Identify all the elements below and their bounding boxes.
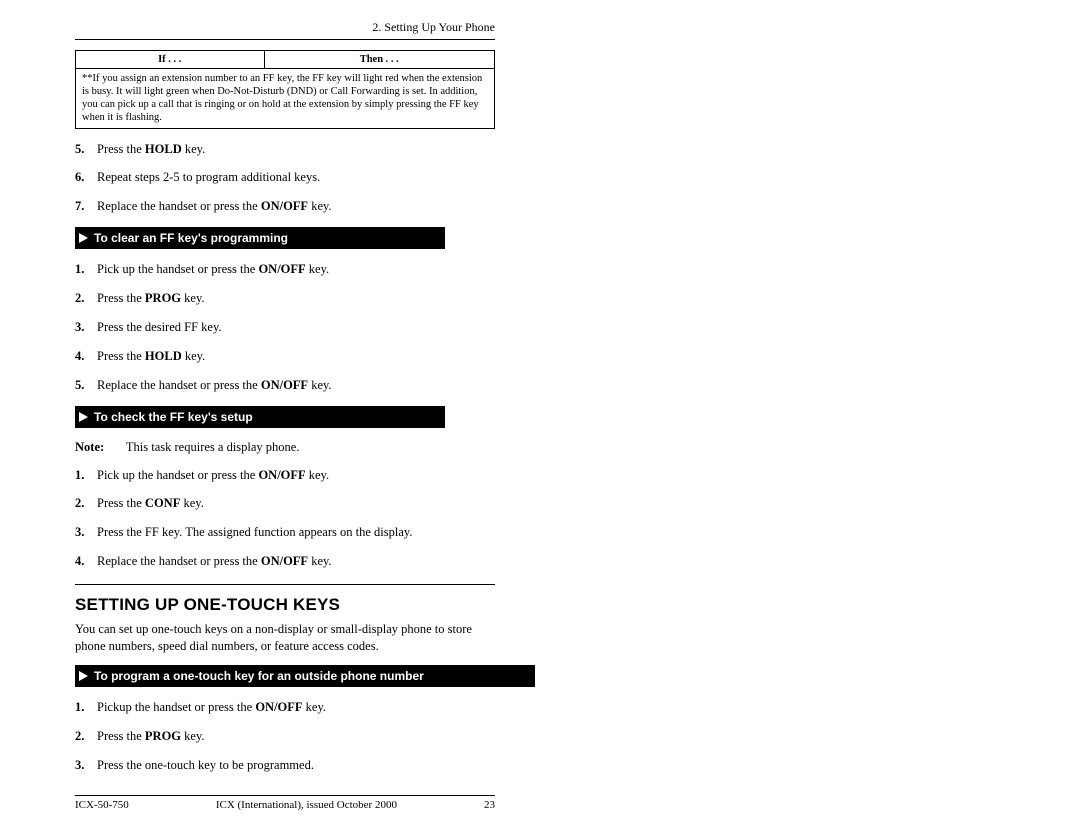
bar-program-onetouch: To program a one-touch key for an outsid…	[75, 665, 535, 687]
list-item: 3.Press the one-touch key to be programm…	[75, 757, 495, 774]
step-number: 3.	[75, 757, 97, 774]
triangle-icon	[79, 233, 88, 243]
step-number: 6.	[75, 169, 97, 186]
step-text: Press the CONF key.	[97, 495, 495, 512]
step-number: 5.	[75, 141, 97, 158]
table-note-cell: **If you assign an extension number to a…	[76, 69, 495, 129]
step-text: Pick up the handset or press the ON/OFF …	[97, 467, 495, 484]
section-heading: SETTING UP ONE-TOUCH KEYS	[75, 595, 495, 615]
bar-program-label: To program a one-touch key for an outsid…	[94, 669, 424, 683]
step-text: Pickup the handset or press the ON/OFF k…	[97, 699, 495, 716]
triangle-icon	[79, 412, 88, 422]
step-number: 2.	[75, 290, 97, 307]
steps-check: 1.Pick up the handset or press the ON/OF…	[75, 467, 495, 571]
step-text: Repeat steps 2-5 to program additional k…	[97, 169, 495, 186]
if-then-table: If . . . Then . . . **If you assign an e…	[75, 50, 495, 129]
step-number: 4.	[75, 553, 97, 570]
list-item: 4.Replace the handset or press the ON/OF…	[75, 553, 495, 570]
steps-clear: 1.Pick up the handset or press the ON/OF…	[75, 261, 495, 393]
list-item: 1.Pick up the handset or press the ON/OF…	[75, 261, 495, 278]
table-header-if: If . . .	[76, 51, 265, 69]
bar-check-setup: To check the FF key's setup	[75, 406, 445, 428]
list-item: 2.Press the PROG key.	[75, 728, 495, 745]
step-text: Press the HOLD key.	[97, 348, 495, 365]
footer-center: ICX (International), issued October 2000	[129, 799, 484, 811]
step-text: Press the HOLD key.	[97, 141, 495, 158]
note-label: Note:	[75, 440, 123, 455]
step-number: 2.	[75, 728, 97, 745]
step-text: Press the PROG key.	[97, 728, 495, 745]
step-text: Replace the handset or press the ON/OFF …	[97, 553, 495, 570]
step-text: Pick up the handset or press the ON/OFF …	[97, 261, 495, 278]
list-item: 1.Pickup the handset or press the ON/OFF…	[75, 699, 495, 716]
step-text: Press the one-touch key to be programmed…	[97, 757, 495, 774]
triangle-icon	[79, 671, 88, 681]
step-number: 4.	[75, 348, 97, 365]
bar-clear-programming: To clear an FF key's programming	[75, 227, 445, 249]
list-item: 2.Press the CONF key.	[75, 495, 495, 512]
step-text: Press the desired FF key.	[97, 319, 495, 336]
section-rule	[75, 584, 495, 585]
table-header-then: Then . . .	[264, 51, 494, 69]
footer-left: ICX-50-750	[75, 799, 129, 811]
list-item: 3.Press the FF key. The assigned functio…	[75, 524, 495, 541]
section-body: You can set up one-touch keys on a non-d…	[75, 621, 495, 655]
step-number: 3.	[75, 319, 97, 336]
step-number: 1.	[75, 261, 97, 278]
footer-right: 23	[484, 799, 495, 811]
steps-continue: 5.Press the HOLD key.6.Repeat steps 2-5 …	[75, 141, 495, 216]
list-item: 4.Press the HOLD key.	[75, 348, 495, 365]
list-item: 2.Press the PROG key.	[75, 290, 495, 307]
note-text: This task requires a display phone.	[126, 440, 300, 454]
step-text: Replace the handset or press the ON/OFF …	[97, 377, 495, 394]
list-item: 5.Replace the handset or press the ON/OF…	[75, 377, 495, 394]
list-item: 7.Replace the handset or press the ON/OF…	[75, 198, 495, 215]
step-number: 1.	[75, 467, 97, 484]
bar-clear-label: To clear an FF key's programming	[94, 231, 288, 245]
step-text: Press the FF key. The assigned function …	[97, 524, 495, 541]
step-number: 1.	[75, 699, 97, 716]
list-item: 5.Press the HOLD key.	[75, 141, 495, 158]
steps-program: 1.Pickup the handset or press the ON/OFF…	[75, 699, 495, 774]
bar-check-label: To check the FF key's setup	[94, 410, 253, 424]
list-item: 1.Pick up the handset or press the ON/OF…	[75, 467, 495, 484]
note-check: Note: This task requires a display phone…	[75, 440, 495, 455]
list-item: 3.Press the desired FF key.	[75, 319, 495, 336]
step-number: 5.	[75, 377, 97, 394]
step-number: 7.	[75, 198, 97, 215]
step-number: 2.	[75, 495, 97, 512]
list-item: 6.Repeat steps 2-5 to program additional…	[75, 169, 495, 186]
step-text: Press the PROG key.	[97, 290, 495, 307]
page-header: 2. Setting Up Your Phone	[75, 20, 495, 40]
page-footer: ICX-50-750 ICX (International), issued O…	[75, 795, 495, 811]
step-text: Replace the handset or press the ON/OFF …	[97, 198, 495, 215]
step-number: 3.	[75, 524, 97, 541]
